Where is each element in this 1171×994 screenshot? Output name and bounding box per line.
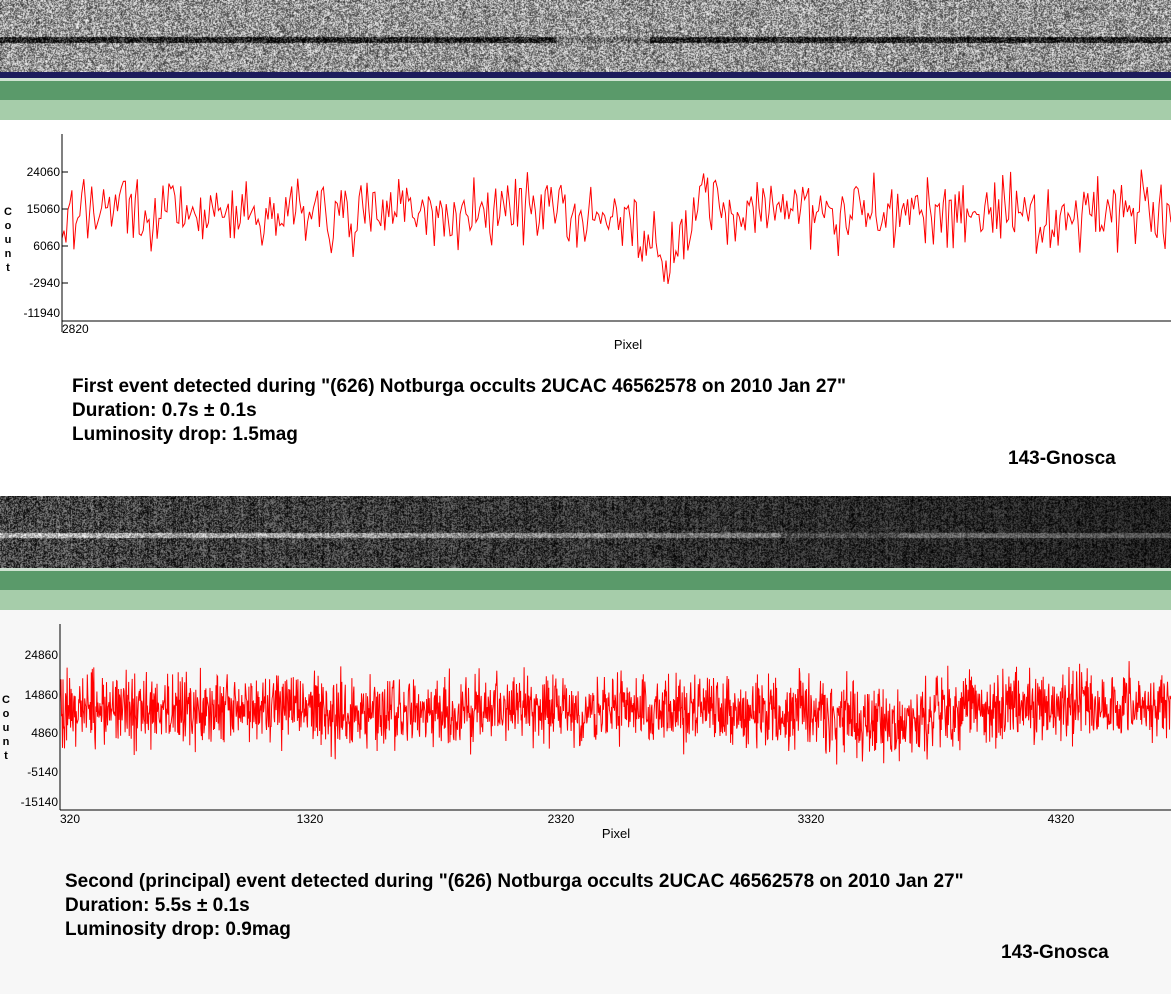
light-curve-series-2: [59, 661, 1171, 765]
event-caption-1: First event detected during "(626) Notbu…: [72, 375, 846, 447]
y-tick-label: 6060: [33, 239, 60, 253]
y-axis-label-1: C o u n t: [4, 206, 12, 274]
title-band-dark-2: [0, 568, 1171, 590]
y-tick-label: 15060: [27, 202, 61, 216]
y-axis-label-letter: o: [3, 708, 10, 720]
x-ticks-2: 320 1320 2320 3320 4320: [60, 812, 1075, 826]
x-axis-label-1: Pixel: [614, 337, 642, 352]
observer-label-2: 143-Gnosca: [1001, 942, 1109, 963]
y-axis-label-letter: n: [3, 736, 10, 748]
event-title-1: First event detected during "(626) Notbu…: [72, 376, 847, 397]
y-axis-label-letter: u: [5, 234, 12, 246]
page: 24060 15060 6060 -2940 -11940 C o u n t …: [0, 0, 1171, 994]
y-axis-label-2: C o u n t: [2, 694, 10, 762]
drift-scan-strip-1: [0, 0, 1171, 72]
y-tick-label: 4860: [31, 726, 58, 740]
y-axis-label-letter: C: [2, 694, 10, 706]
event-duration-2: Duration: 5.5s ± 0.1s: [65, 895, 250, 916]
y-axis-label-letter: t: [6, 262, 10, 274]
event-drop-1: Luminosity drop: 1.5mag: [72, 424, 298, 445]
event-drop-2: Luminosity drop: 0.9mag: [65, 919, 291, 940]
y-tick-label: 24860: [25, 648, 59, 662]
x-tick-label: 1320: [297, 812, 324, 826]
light-curve-series-1: [61, 169, 1171, 284]
y-tick-label: -11940: [24, 306, 61, 320]
y-tick-label: 24060: [27, 165, 61, 179]
event-title-2: Second (principal) event detected during…: [65, 871, 964, 892]
title-band-light-2: [0, 590, 1171, 610]
x-tick-label: 2320: [548, 812, 575, 826]
y-axis-label-letter: n: [5, 248, 12, 260]
y-axis-label-letter: C: [4, 206, 12, 218]
x-tick-label: 2820: [62, 322, 89, 336]
y-tick-label: 14860: [25, 688, 59, 702]
y-tick-label: -5140: [27, 765, 58, 779]
y-tick-label: -2940: [29, 276, 60, 290]
event-caption-2: Second (principal) event detected during…: [65, 870, 964, 942]
x-tick-label: 320: [60, 812, 80, 826]
y-axis-label-letter: t: [4, 750, 8, 762]
light-curve-chart-2: 24860 14860 4860 -5140 -15140 C o u n t …: [2, 624, 1171, 841]
y-axis-label-letter: o: [5, 220, 12, 232]
x-tick-label: 3320: [798, 812, 825, 826]
drift-scan-strip-2: [0, 496, 1171, 568]
y-tick-label: -15140: [21, 795, 59, 809]
y-ticks-2: 24860 14860 4860 -5140 -15140: [21, 648, 59, 809]
title-band-dark-1: [0, 78, 1171, 100]
event-duration-1: Duration: 0.7s ± 0.1s: [72, 400, 257, 421]
y-ticks-1: 24060 15060 6060 -2940 -11940: [24, 165, 68, 320]
x-axis-label-2: Pixel: [602, 826, 630, 841]
x-tick-label: 4320: [1048, 812, 1075, 826]
light-curve-chart-1: 24060 15060 6060 -2940 -11940 C o u n t …: [4, 134, 1171, 352]
y-axis-label-letter: u: [3, 722, 10, 734]
observer-label-1: 143-Gnosca: [1008, 448, 1116, 469]
title-band-light-1: [0, 100, 1171, 120]
